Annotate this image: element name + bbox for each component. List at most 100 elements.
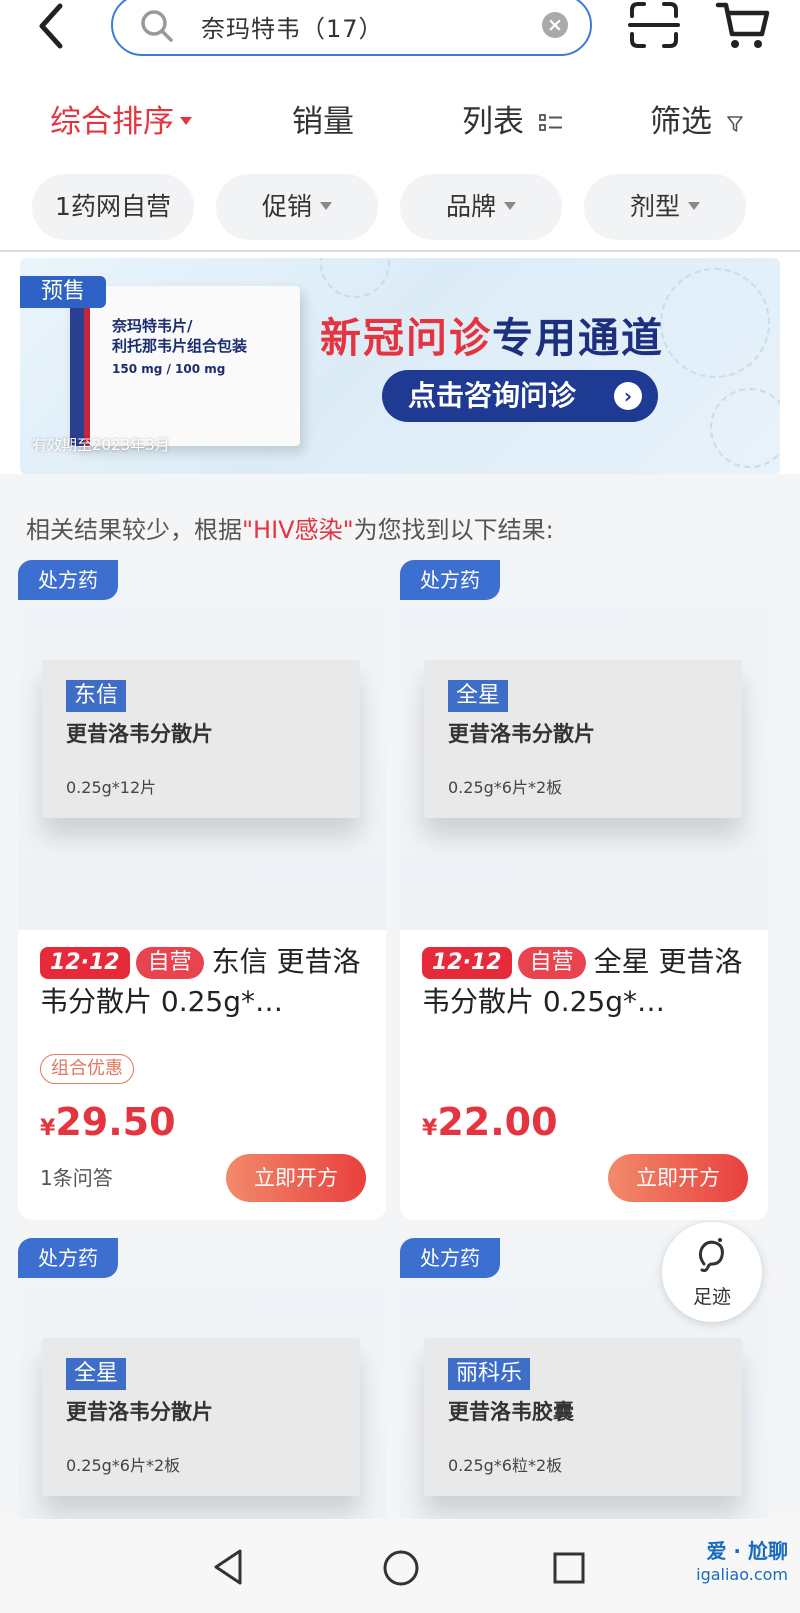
promo-1212-badge: 12·12 bbox=[422, 947, 512, 979]
dropdown-triangle-icon bbox=[180, 116, 192, 125]
hint-section: 相关结果较少，根据"HIV感染"为您找到以下结果: bbox=[0, 474, 800, 554]
combo-discount-tag: 组合优惠 bbox=[40, 1054, 134, 1084]
chip-promotion[interactable]: 促销 bbox=[216, 174, 378, 240]
clear-icon[interactable]: × bbox=[542, 12, 568, 38]
view-list-label: 列表 bbox=[462, 104, 524, 140]
brand-tag: 丽科乐 bbox=[448, 1358, 531, 1390]
hint-suffix: 为您找到以下结果: bbox=[353, 516, 554, 544]
prescribe-button[interactable]: 立即开方 bbox=[608, 1154, 748, 1202]
brand-tag: 全星 bbox=[66, 1358, 127, 1390]
self-operated-badge: 自营 bbox=[135, 947, 204, 979]
chip-brand[interactable]: 品牌 bbox=[400, 174, 562, 240]
chevron-down-icon bbox=[320, 202, 332, 210]
price-value: 22.00 bbox=[437, 1100, 558, 1144]
package-name: 更昔洛韦胶囊 bbox=[448, 1400, 574, 1424]
hint-prefix: 相关结果较少，根据 bbox=[26, 516, 242, 544]
medicine-box-image: 奈玛特韦片/利托那韦片组合包装 150 mg / 100 mg bbox=[70, 286, 300, 446]
nav-back-icon[interactable] bbox=[210, 1547, 246, 1587]
search-icon bbox=[139, 8, 175, 44]
footprint-label: 足迹 bbox=[692, 1286, 731, 1308]
prescription-badge: 处方药 bbox=[18, 560, 118, 600]
back-arrow-icon[interactable] bbox=[30, 2, 74, 50]
view-list-toggle[interactable]: 列表 bbox=[462, 96, 564, 142]
sort-bar: 综合排序 销量 列表 筛选 bbox=[0, 72, 800, 164]
sort-comprehensive[interactable]: 综合排序 bbox=[50, 96, 192, 141]
package-spec: 0.25g*6片*2板 bbox=[66, 1456, 181, 1475]
presale-badge: 预售 bbox=[20, 276, 106, 308]
footprint-button[interactable]: 足迹 bbox=[662, 1222, 762, 1322]
prescription-badge: 处方药 bbox=[400, 560, 500, 600]
currency-symbol: ¥ bbox=[422, 1116, 438, 1141]
product-package: 全星 更昔洛韦分散片 0.25g*6片*2板 bbox=[42, 1338, 360, 1496]
product-image: 东信 更昔洛韦分散片 0.25g*12片 bbox=[18, 560, 386, 930]
consult-button-label: 点击咨询问诊 bbox=[408, 379, 577, 412]
package-spec: 0.25g*6片*2板 bbox=[448, 778, 563, 797]
covid-consult-banner[interactable]: 奈玛特韦片/利托那韦片组合包装 150 mg / 100 mg 预售 有效期至2… bbox=[20, 258, 780, 474]
consult-button[interactable]: 点击咨询问诊 › bbox=[382, 370, 658, 422]
product-title: 12·12 自营 东信 更昔洛韦分散片 0.25g*… bbox=[40, 942, 370, 1022]
package-spec: 0.25g*6粒*2板 bbox=[448, 1456, 563, 1475]
cart-icon[interactable] bbox=[715, 0, 771, 52]
chip-dosage-form[interactable]: 剂型 bbox=[584, 174, 746, 240]
package-name: 更昔洛韦分散片 bbox=[448, 722, 595, 746]
currency-symbol: ¥ bbox=[40, 1116, 56, 1141]
page: 奈玛特韦（17） × 综合排序 销量 列表 筛选 1药网自营 促销 品牌 剂型 … bbox=[0, 0, 800, 1613]
scan-icon[interactable] bbox=[628, 0, 680, 50]
banner-section: 奈玛特韦片/利托那韦片组合包装 150 mg / 100 mg 预售 有效期至2… bbox=[0, 252, 800, 474]
medicine-dose: 150 mg / 100 mg bbox=[112, 362, 226, 376]
qa-count[interactable]: 1条问答 bbox=[40, 1162, 113, 1191]
chip-label: 品牌 bbox=[445, 192, 496, 221]
product-price: ¥22.00 bbox=[422, 1100, 558, 1144]
sort-comprehensive-label: 综合排序 bbox=[50, 104, 174, 140]
filter-chip-bar: 1药网自营 促销 品牌 剂型 bbox=[0, 164, 800, 252]
virus-decoration bbox=[660, 268, 770, 378]
product-price: ¥29.50 bbox=[40, 1100, 176, 1144]
watermark-url: igaliao.com bbox=[696, 1565, 788, 1584]
self-operated-badge: 自营 bbox=[517, 947, 586, 979]
box-band bbox=[70, 286, 84, 446]
system-nav-bar: 爱 · 尬聊 igaliao.com bbox=[0, 1519, 800, 1613]
brand-tag: 全星 bbox=[448, 680, 509, 712]
expiry-text: 有效期至2023年3月 bbox=[32, 436, 170, 454]
filter-label: 筛选 bbox=[650, 104, 712, 140]
sort-sales-label: 销量 bbox=[292, 104, 354, 140]
product-package: 东信 更昔洛韦分散片 0.25g*12片 bbox=[42, 660, 360, 818]
box-band bbox=[84, 286, 90, 446]
chip-self-operated[interactable]: 1药网自营 bbox=[32, 174, 194, 240]
package-spec: 0.25g*12片 bbox=[66, 778, 157, 797]
medicine-name-line1: 奈玛特韦片/ bbox=[112, 317, 193, 335]
virus-decoration bbox=[710, 388, 780, 468]
package-name: 更昔洛韦分散片 bbox=[66, 1400, 213, 1424]
prescribe-button[interactable]: 立即开方 bbox=[226, 1154, 366, 1202]
banner-title: 新冠问诊专用通道 bbox=[320, 304, 664, 364]
sort-sales[interactable]: 销量 bbox=[292, 96, 354, 141]
price-value: 29.50 bbox=[55, 1100, 176, 1144]
prescription-badge: 处方药 bbox=[400, 1238, 500, 1278]
medicine-name: 奈玛特韦片/利托那韦片组合包装 bbox=[112, 316, 247, 356]
virus-decoration bbox=[320, 258, 390, 298]
promo-1212-badge: 12·12 bbox=[40, 947, 130, 979]
search-input[interactable]: 奈玛特韦（17） × bbox=[111, 0, 592, 56]
product-package: 丽科乐 更昔洛韦胶囊 0.25g*6粒*2板 bbox=[424, 1338, 742, 1496]
filter-icon bbox=[726, 106, 744, 142]
chip-label: 促销 bbox=[261, 192, 312, 221]
result-hint: 相关结果较少，根据"HIV感染"为您找到以下结果: bbox=[26, 510, 554, 545]
brand-tag: 东信 bbox=[66, 680, 127, 712]
package-name: 更昔洛韦分散片 bbox=[66, 722, 213, 746]
watermark-logo: 爱 · 尬聊 bbox=[706, 1539, 788, 1563]
filter-button[interactable]: 筛选 bbox=[650, 96, 744, 142]
chevron-right-icon: › bbox=[614, 382, 642, 410]
banner-title-red: 新冠问诊 bbox=[320, 314, 492, 362]
prescription-badge: 处方药 bbox=[18, 1238, 118, 1278]
chip-label: 剂型 bbox=[629, 192, 680, 221]
product-card[interactable]: 东信 更昔洛韦分散片 0.25g*12片 处方药 12·12 自营 东信 更昔洛韦分… bbox=[18, 560, 386, 1220]
list-icon bbox=[538, 106, 564, 142]
product-card[interactable]: 全星 更昔洛韦分散片 0.25g*6片*2板 处方药 12·12 自营 全星 更昔洛… bbox=[400, 560, 768, 1220]
chevron-down-icon bbox=[504, 202, 516, 210]
nav-recent-icon[interactable] bbox=[552, 1551, 586, 1585]
hint-keyword: "HIV感染" bbox=[242, 516, 354, 544]
nav-home-icon[interactable] bbox=[382, 1549, 420, 1587]
top-bar: 奈玛特韦（17） × bbox=[0, 0, 800, 72]
banner-title-blue: 专用通道 bbox=[492, 314, 664, 362]
chevron-down-icon bbox=[688, 202, 700, 210]
